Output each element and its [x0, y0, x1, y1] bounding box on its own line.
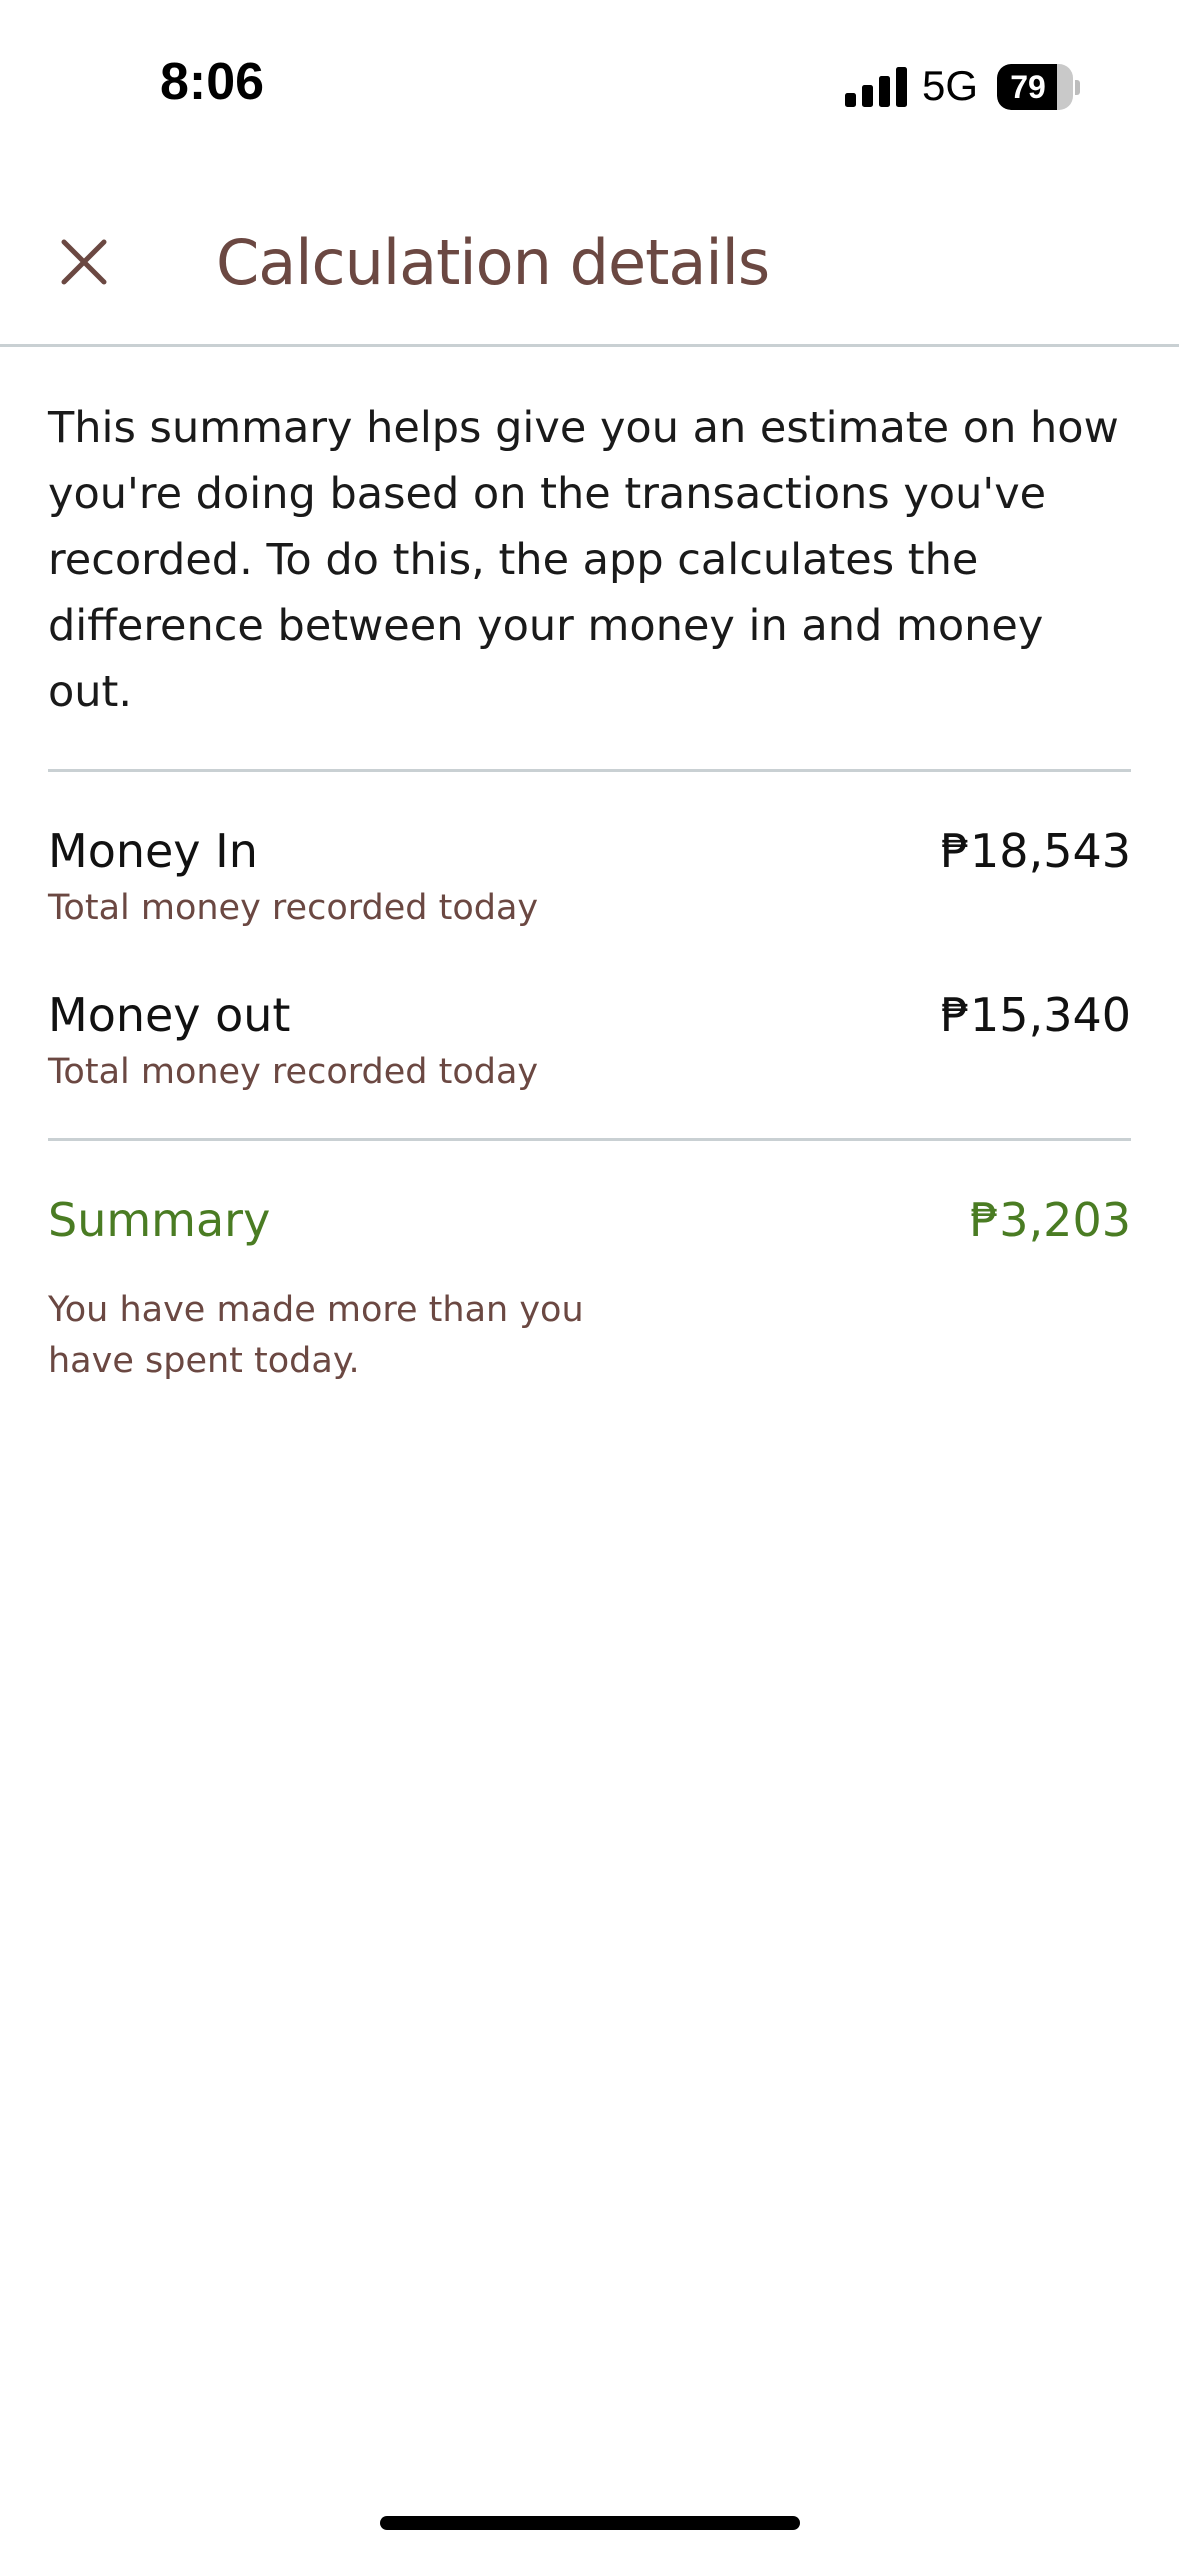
money-out-row: Money out ₱15,340 Total money recorded t…: [48, 988, 1131, 1092]
network-type-label: 5G: [922, 62, 979, 109]
money-in-row: Money In ₱18,543 Total money recorded to…: [48, 824, 1131, 928]
cellular-signal-icon: [845, 67, 907, 107]
battery-icon: 79: [997, 64, 1080, 110]
summary-row: Summary ₱3,203: [48, 1193, 1131, 1247]
header: Calculation details: [0, 190, 1179, 346]
home-indicator: [380, 2516, 800, 2530]
close-icon[interactable]: [52, 230, 116, 294]
status-time: 8:06: [160, 53, 265, 111]
page-title: Calculation details: [216, 226, 770, 299]
divider: [48, 769, 1131, 772]
battery-level: 79: [1010, 69, 1046, 105]
money-out-amount: ₱15,340: [940, 988, 1131, 1042]
status-bar: 8:06 5G 79: [0, 0, 1179, 175]
summary-note: You have made more than you have spent t…: [48, 1290, 584, 1381]
header-divider: [0, 344, 1179, 347]
calculation-content: This summary helps give you an estimate …: [48, 395, 1131, 1387]
money-in-subtitle: Total money recorded today: [48, 888, 539, 928]
money-in-amount: ₱18,543: [940, 824, 1131, 878]
divider: [48, 1138, 1131, 1141]
summary-label: Summary: [48, 1193, 271, 1247]
money-out-subtitle: Total money recorded today: [48, 1052, 539, 1092]
calculation-details-screen: 8:06 5G 79 Calculation details This summ…: [0, 0, 1179, 2556]
intro-text: This summary helps give you an estimate …: [48, 403, 1119, 717]
summary-amount: ₱3,203: [970, 1193, 1131, 1247]
